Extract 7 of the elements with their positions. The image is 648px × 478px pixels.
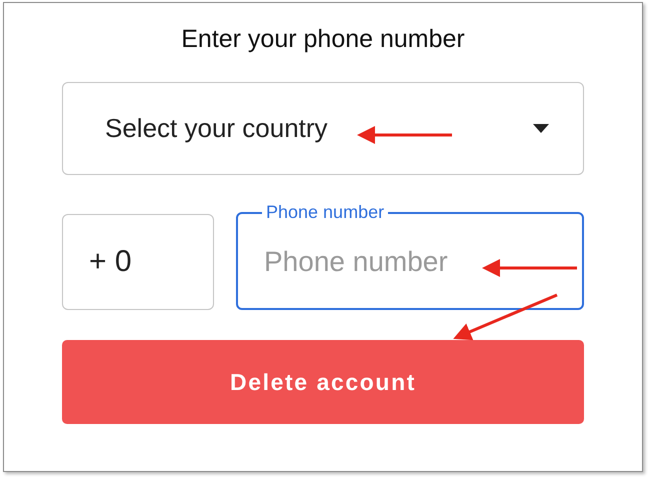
caret-icon <box>533 124 549 133</box>
country-select[interactable]: Select your country <box>62 82 584 175</box>
floating-label: Phone number <box>265 202 386 223</box>
phone-field[interactable]: Phone number Phone number <box>236 202 584 310</box>
page-title: Enter your phone number <box>180 25 466 54</box>
country-code-field[interactable]: + 0 <box>62 214 214 310</box>
phone-input[interactable]: Phone number <box>264 246 560 278</box>
